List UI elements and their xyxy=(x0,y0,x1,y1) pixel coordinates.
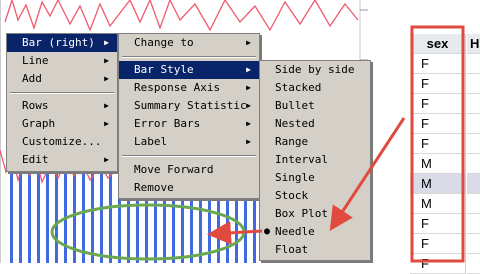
line-mark xyxy=(4,0,359,32)
submenu-arrow-icon: ▶ xyxy=(246,119,251,128)
data-cell-sex[interactable]: F xyxy=(410,114,466,134)
data-cell-next[interactable] xyxy=(467,94,480,114)
menu-item-line[interactable]: Line ▶ xyxy=(7,52,117,70)
data-cell-sex[interactable]: M xyxy=(410,154,466,174)
submenu-item-response-axis[interactable]: Response Axis ▶ xyxy=(119,79,259,97)
data-cell-next[interactable] xyxy=(467,54,480,74)
submenu-arrow-icon: ▶ xyxy=(104,155,109,164)
submenu-item-label[interactable]: Label ▶ xyxy=(119,133,259,151)
menu-separator xyxy=(10,92,114,94)
submenu-arrow-icon: ▶ xyxy=(246,137,251,146)
selected-bullet-icon: ● xyxy=(264,226,271,237)
submenu-arrow-icon: ▶ xyxy=(104,101,109,110)
data-cell-sex[interactable]: F xyxy=(410,234,466,254)
data-cell-next[interactable] xyxy=(467,134,480,154)
data-cell-sex[interactable]: M xyxy=(410,174,466,194)
submenu-arrow-icon: ▶ xyxy=(246,101,251,110)
bar-style-menu: Side by side Stacked Bullet Nested Range Inte… xyxy=(259,60,371,261)
data-cell-sex[interactable]: F xyxy=(410,134,466,154)
data-cell-next[interactable] xyxy=(467,254,480,274)
menu-item-customize[interactable]: Customize... xyxy=(7,133,117,151)
submenu-item-error-bars[interactable]: Error Bars ▶ xyxy=(119,115,259,133)
menu-item-add[interactable]: Add ▶ xyxy=(7,70,117,88)
menu-item-edit[interactable]: Edit ▶ xyxy=(7,151,117,169)
data-cell-sex[interactable]: F xyxy=(410,54,466,74)
data-cell-next[interactable] xyxy=(467,74,480,94)
bar-style-box-plot[interactable]: Box Plot xyxy=(260,205,370,223)
data-cell-next[interactable] xyxy=(467,174,480,194)
column-header-sex[interactable]: sex xyxy=(410,34,466,54)
data-cell-sex[interactable]: F xyxy=(410,94,466,114)
data-cell-next[interactable] xyxy=(467,114,480,134)
submenu-item-remove[interactable]: Remove xyxy=(119,179,259,197)
submenu-arrow-icon: ▶ xyxy=(246,65,251,74)
data-cell-next[interactable] xyxy=(467,234,480,254)
bar-mark xyxy=(37,160,40,263)
menu-separator xyxy=(122,155,256,157)
bar-style-bullet[interactable]: Bullet xyxy=(260,97,370,115)
bar-style-side-by-side[interactable]: Side by side xyxy=(260,61,370,79)
menu-item-bar-right[interactable]: Bar (right) ▶ xyxy=(7,34,117,52)
submenu-item-move-forward[interactable]: Move Forward xyxy=(119,161,259,179)
submenu-arrow-icon: ▶ xyxy=(104,74,109,83)
submenu-arrow-icon: ▶ xyxy=(246,83,251,92)
data-table-panel: sex H FFFFFMMMFFF xyxy=(410,0,480,274)
submenu-arrow-icon: ▶ xyxy=(246,38,251,47)
menu-item-rows[interactable]: Rows ▶ xyxy=(7,97,117,115)
bar-style-stacked[interactable]: Stacked xyxy=(260,79,370,97)
menu-item-graph[interactable]: Graph ▶ xyxy=(7,115,117,133)
bar-style-float[interactable]: Float xyxy=(260,241,370,259)
bar-style-stock[interactable]: Stock xyxy=(260,187,370,205)
bar-style-interval[interactable]: Interval xyxy=(260,151,370,169)
bar-style-nested[interactable]: Nested xyxy=(260,115,370,133)
submenu-item-change-to[interactable]: Change to ▶ xyxy=(119,34,259,52)
bar-style-range[interactable]: Range xyxy=(260,133,370,151)
submenu-arrow-icon: ▶ xyxy=(104,119,109,128)
bar-style-needle[interactable]: ● Needle xyxy=(260,223,370,241)
data-cell-sex[interactable]: F xyxy=(410,254,466,274)
submenu-item-summary-statistic[interactable]: Summary Statistic ▶ xyxy=(119,97,259,115)
data-cell-sex[interactable]: F xyxy=(410,74,466,94)
data-cell-sex[interactable]: F xyxy=(410,214,466,234)
data-cell-next[interactable] xyxy=(467,194,480,214)
bar-mark xyxy=(19,170,22,263)
data-cell-next[interactable] xyxy=(467,214,480,234)
bar-style-single[interactable]: Single xyxy=(260,169,370,187)
bar-submenu: Change to ▶ Bar Style ▶ Response Axis ▶ Summar… xyxy=(118,33,260,199)
menu-separator xyxy=(122,56,256,58)
submenu-item-bar-style[interactable]: Bar Style ▶ xyxy=(119,61,259,79)
column-header-next[interactable]: H xyxy=(467,34,480,54)
bar-mark xyxy=(100,160,103,263)
submenu-arrow-icon: ▶ xyxy=(104,56,109,65)
data-cell-sex[interactable]: M xyxy=(410,194,466,214)
submenu-arrow-icon: ▶ xyxy=(104,38,109,47)
data-cell-next[interactable] xyxy=(467,154,480,174)
context-menu: Bar (right) ▶ Line ▶ Add ▶ Rows ▶ Graph ▶ Customiz… xyxy=(6,33,118,172)
